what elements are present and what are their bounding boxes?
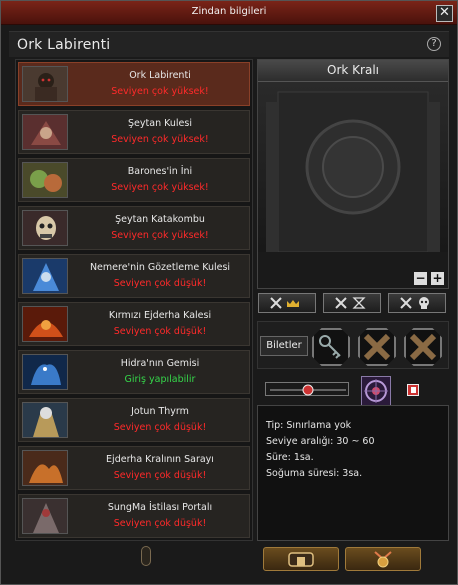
ticket-row: Biletler bbox=[257, 321, 449, 369]
dragon-king-palace-thumbnail bbox=[22, 450, 68, 486]
crossed-bars-icon bbox=[363, 333, 391, 361]
zoom-out-button[interactable]: − bbox=[414, 272, 427, 285]
ticket-slot[interactable] bbox=[358, 328, 396, 366]
crossed-swords-hourglass-icon bbox=[335, 297, 366, 309]
red-dragon-fortress-thumbnail bbox=[22, 306, 68, 342]
dungeon-item[interactable]: Kırmızı Ejderha Kalesi Seviyen çok düşük… bbox=[18, 302, 250, 346]
dungeon-status: Giriş yapılabilir bbox=[124, 374, 196, 385]
dungeon-status: Seviyen çok düşük! bbox=[113, 470, 207, 481]
dungeon-status: Seviyen çok yüksek! bbox=[111, 86, 209, 97]
dungeon-item[interactable]: SungMa İstilası Portalı Seviyen çok düşü… bbox=[18, 494, 250, 538]
info-duration: Süre: 1sa. bbox=[266, 452, 314, 463]
dungeon-name: Kırmızı Ejderha Kalesi bbox=[108, 310, 212, 321]
dungeon-status: Seviyen çok yüksek! bbox=[111, 182, 209, 193]
dungeon-name: Barones'in İni bbox=[127, 166, 193, 177]
boss-preview-image bbox=[258, 82, 448, 288]
info-cooldown: Soğuma süresi: 3sa. bbox=[266, 468, 363, 479]
dungeon-item[interactable]: Şeytan Kulesi Seviyen çok yüksek! bbox=[18, 110, 250, 154]
selected-dungeon-title: Ork Labirenti bbox=[17, 37, 111, 53]
dungeon-name: Şeytan Katakombu bbox=[115, 214, 205, 225]
compass-emblem-icon bbox=[364, 379, 388, 403]
ticket-slot[interactable] bbox=[312, 328, 350, 366]
enter-dungeon-button[interactable] bbox=[263, 547, 339, 571]
crossed-bars-icon bbox=[409, 333, 437, 361]
dungeon-item[interactable]: Hidra'nın Gemisi Giriş yapılabilir bbox=[18, 350, 250, 394]
control-row bbox=[257, 376, 449, 406]
minus-icon: − bbox=[415, 271, 426, 285]
dungeon-item[interactable]: Şeytan Katakombu Seviyen çok yüksek! bbox=[18, 206, 250, 250]
dungeon-item[interactable]: Ejderha Kralının Sarayı Seviyen çok düşü… bbox=[18, 446, 250, 490]
dungeon-item[interactable]: Barones'in İni Seviyen çok yüksek! bbox=[18, 158, 250, 202]
flag-icon bbox=[411, 387, 416, 393]
dungeon-item[interactable]: Nemere'nin Gözetleme Kulesi Seviyen çok … bbox=[18, 254, 250, 298]
dungeon-item[interactable]: Jotun Thyrm Seviyen çok düşük! bbox=[18, 398, 250, 442]
jotun-thyrm-thumbnail bbox=[22, 402, 68, 438]
title-bar[interactable]: Zindan bilgileri ✕ bbox=[1, 1, 457, 25]
dungeon-status: Seviyen çok düşük! bbox=[113, 278, 207, 289]
rank-button-skull[interactable] bbox=[388, 293, 446, 313]
emblem-slot[interactable] bbox=[361, 376, 391, 406]
ranking-button[interactable] bbox=[345, 547, 421, 571]
scroll-handle[interactable] bbox=[141, 546, 151, 566]
dungeon-info-panel: Tip: Sınırlama yok Seviye aralığı: 30 ~ … bbox=[257, 405, 449, 541]
question-mark-icon: ? bbox=[431, 38, 437, 49]
dungeon-name: Şeytan Kulesi bbox=[128, 118, 192, 129]
close-icon: ✕ bbox=[439, 5, 450, 20]
rank-button-crown[interactable] bbox=[258, 293, 316, 313]
dungeon-status: Seviyen çok düşük! bbox=[113, 518, 207, 529]
orc-dungeon-thumbnail bbox=[22, 66, 68, 102]
demon-tower-thumbnail bbox=[22, 114, 68, 150]
crossed-swords-crown-icon bbox=[270, 297, 299, 309]
slider-track[interactable] bbox=[265, 382, 349, 396]
dungeon-status: Seviyen çok düşük! bbox=[113, 422, 207, 433]
boss-name: Ork Kralı bbox=[258, 60, 448, 82]
alert-toggle[interactable] bbox=[407, 384, 419, 396]
dungeon-name: Ejderha Kralının Sarayı bbox=[106, 454, 214, 465]
medal-icon bbox=[374, 551, 392, 568]
crossed-swords-skull-icon bbox=[400, 297, 429, 309]
dungeon-status: Seviyen çok yüksek! bbox=[111, 134, 209, 145]
dungeon-status: Seviyen çok yüksek! bbox=[111, 230, 209, 241]
dungeon-name: SungMa İstilası Portalı bbox=[107, 502, 213, 513]
zoom-in-button[interactable]: + bbox=[431, 272, 444, 285]
key-icon bbox=[319, 335, 341, 359]
ticket-slot[interactable] bbox=[404, 328, 442, 366]
sungma-portal-thumbnail bbox=[22, 498, 68, 534]
dungeon-header: Ork Labirenti ? bbox=[9, 31, 449, 57]
dungeon-name: Hidra'nın Gemisi bbox=[120, 358, 200, 369]
dungeon-name: Jotun Thyrm bbox=[131, 406, 189, 417]
demon-catacomb-thumbnail bbox=[22, 210, 68, 246]
dungeon-name: Ork Labirenti bbox=[129, 70, 191, 81]
nemere-watchtower-thumbnail bbox=[22, 258, 68, 294]
dungeon-name: Nemere'nin Gözetleme Kulesi bbox=[89, 262, 231, 273]
info-level-range: Seviye aralığı: 30 ~ 60 bbox=[266, 436, 375, 447]
dungeon-item[interactable]: Ork Labirenti Seviyen çok yüksek! bbox=[18, 62, 250, 106]
rank-button-time[interactable] bbox=[323, 293, 381, 313]
plus-icon: + bbox=[432, 271, 443, 285]
dungeon-list[interactable]: Ork Labirenti Seviyen çok yüksek! Şeytan… bbox=[15, 59, 253, 541]
info-type: Tip: Sınırlama yok bbox=[266, 420, 352, 431]
hydra-ship-thumbnail bbox=[22, 354, 68, 390]
help-button[interactable]: ? bbox=[427, 37, 441, 51]
gate-icon bbox=[288, 552, 314, 567]
dungeon-info-window: Zindan bilgileri ✕ Ork Labirenti ? Ork L… bbox=[0, 0, 458, 585]
window-title: Zindan bilgileri bbox=[191, 6, 267, 17]
baroness-den-thumbnail bbox=[22, 162, 68, 198]
close-button[interactable]: ✕ bbox=[436, 5, 453, 22]
boss-panel: Ork Kralı − + bbox=[257, 59, 449, 289]
dungeon-status: Seviyen çok düşük! bbox=[113, 326, 207, 337]
tickets-label: Biletler bbox=[260, 336, 308, 356]
